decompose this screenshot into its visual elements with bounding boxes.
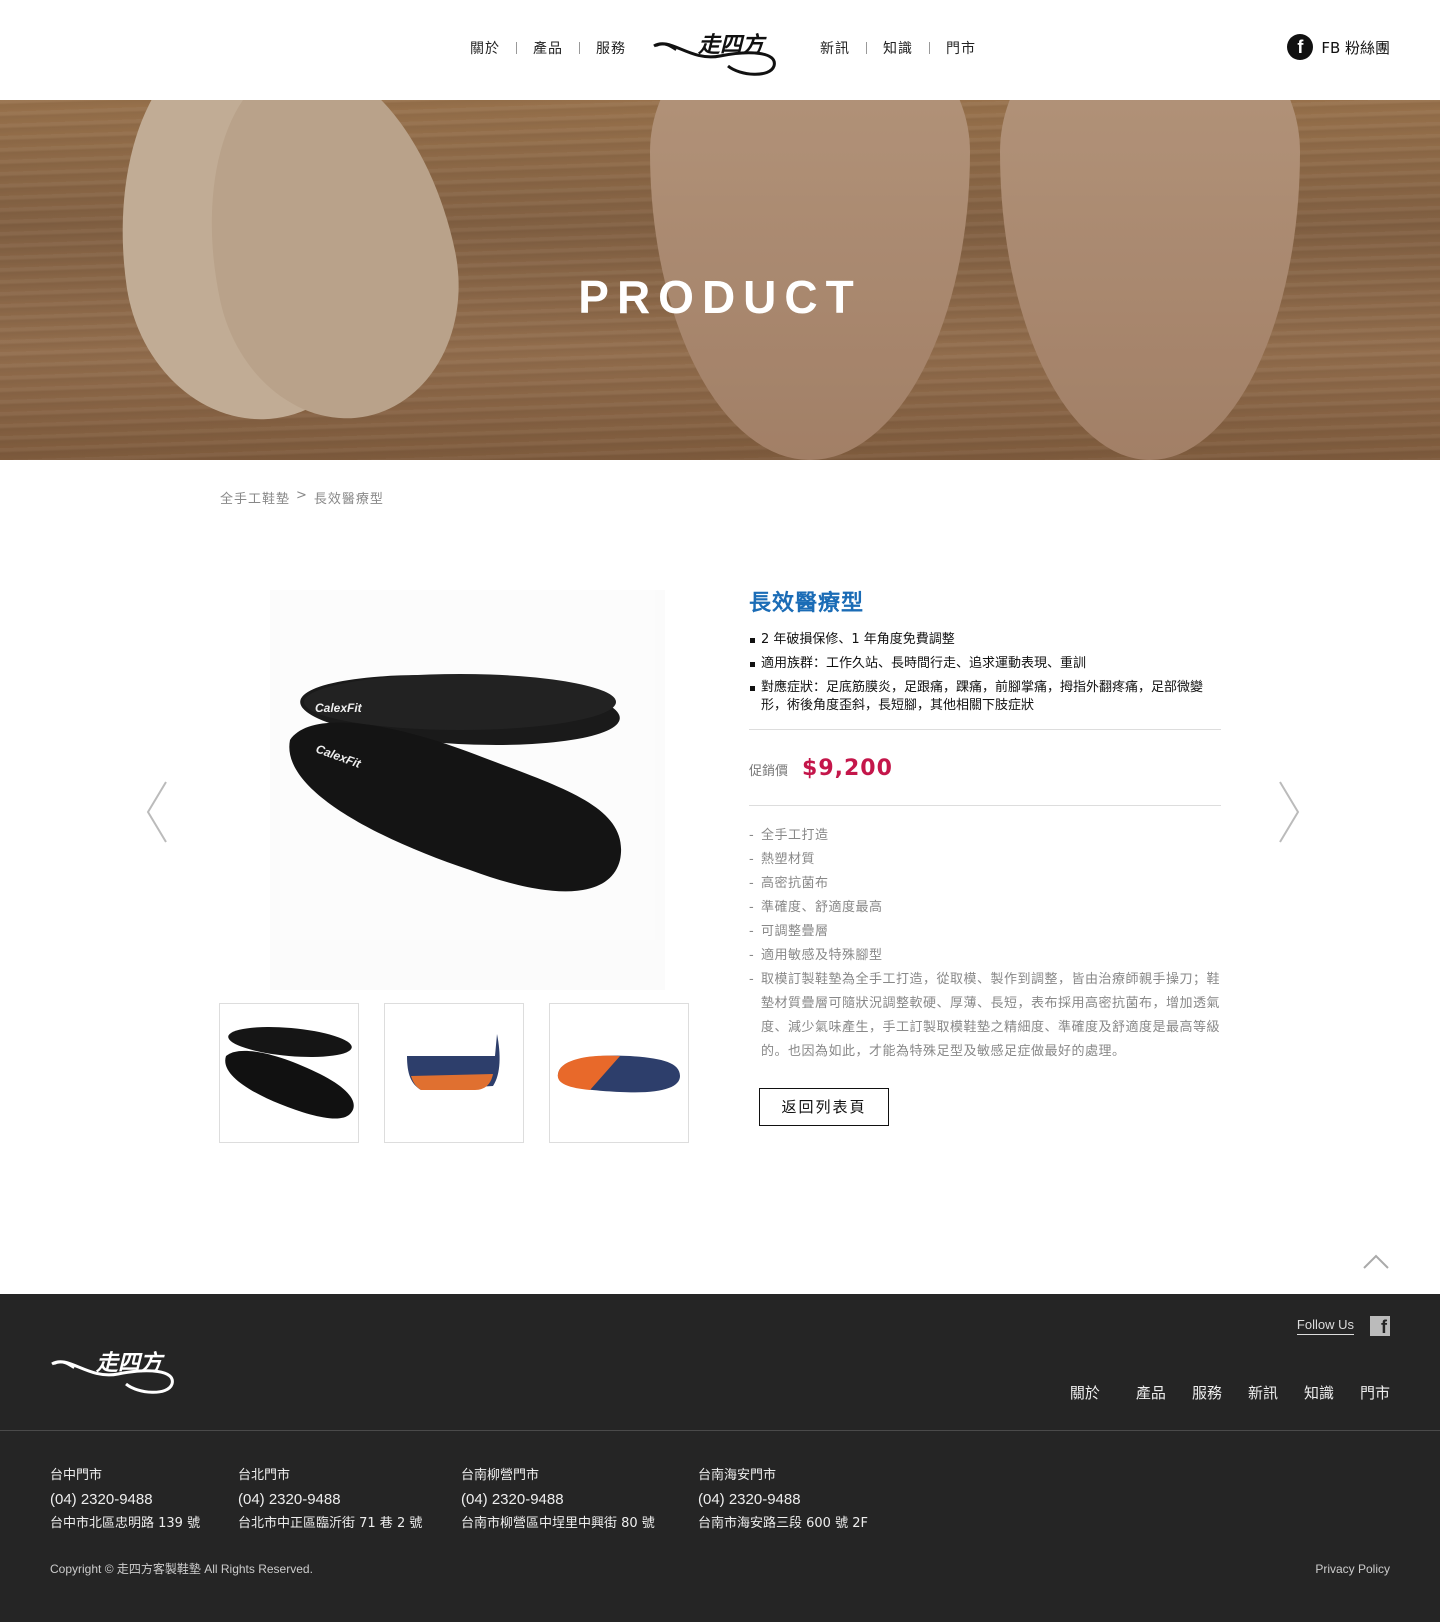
svg-text:CalexFit: CalexFit — [315, 701, 363, 715]
store-name: 台南柳營門市 — [461, 1468, 540, 1483]
svg-text:走四方: 走四方 — [95, 1350, 165, 1376]
spec-item: 全手工打造 — [749, 824, 1221, 848]
store-name: 台北門市 — [238, 1468, 291, 1483]
footer-nav-stores[interactable]: 門市 — [1360, 1382, 1390, 1403]
nav-divider — [929, 42, 930, 54]
store-name: 台中門市 — [50, 1468, 103, 1483]
insole-heel-thumbnail — [407, 1034, 500, 1090]
hero-banner: PRODUCT — [0, 100, 1440, 460]
main-nav-right: 新訊 知識 門市 — [820, 38, 976, 58]
product-detail: 長效醫療型 2 年破損保修、1 年角度免費調整 適用族群：工作久站、長時間行走、… — [749, 585, 1221, 1126]
fb-fanpage-link[interactable]: f FB 粉絲團 — [1287, 34, 1390, 60]
site-header: 關於 產品 服務 走四方 新訊 知識 門市 f FB 粉絲團 — [0, 0, 1440, 100]
footer-divider — [0, 1430, 1440, 1431]
site-logo[interactable]: 走四方 — [650, 16, 780, 80]
nav-news[interactable]: 新訊 — [820, 38, 850, 58]
follow-us-label[interactable]: Follow Us — [1296, 1317, 1354, 1335]
back-to-list-button[interactable]: 返回列表頁 — [759, 1088, 889, 1126]
footer-nav-news[interactable]: 新訊 — [1248, 1382, 1278, 1403]
facebook-icon: f — [1287, 34, 1314, 60]
main-nav-left: 關於 產品 服務 — [470, 38, 626, 58]
facebook-icon[interactable]: f — [1370, 1316, 1390, 1336]
nav-divider — [516, 42, 517, 54]
thumbnail-2[interactable] — [384, 1003, 524, 1143]
nav-divider — [579, 42, 580, 54]
feature-item: 2 年破損保修、1 年角度免費調整 — [749, 631, 1221, 649]
site-footer: 走四方 Follow Us f 關於 產品 服務 新訊 知識 門市 台中門市 (… — [0, 1294, 1440, 1622]
store-taipei: 台北門市 (04) 2320-9488 台北市中正區臨沂街 71 巷 2 號 — [238, 1464, 461, 1536]
breadcrumb-current: 長效醫療型 — [313, 492, 384, 507]
fb-fanpage-label: FB 粉絲團 — [1321, 38, 1390, 57]
next-image-arrow-icon[interactable] — [1274, 780, 1304, 844]
insole-black-thumbnail — [225, 1027, 354, 1119]
store-name: 台南海安門市 — [698, 1468, 777, 1483]
product-features: 2 年破損保修、1 年角度免費調整 適用族群：工作久站、長時間行走、追求運動表現… — [749, 631, 1221, 715]
footer-nav: 關於 產品 服務 新訊 知識 門市 — [1070, 1382, 1390, 1403]
footer-nav-knowledge[interactable]: 知識 — [1304, 1382, 1334, 1403]
spec-item: 適用敏感及特殊腳型 — [749, 944, 1221, 968]
store-address: 台南市柳營區中埕里中興街 80 號 — [461, 1516, 655, 1531]
store-phone: (04) 2320-9488 — [461, 1491, 564, 1508]
store-list: 台中門市 (04) 2320-9488 台中市北區忠明路 139 號 台北門市 … — [50, 1464, 918, 1536]
feature-item: 對應症狀：足底筋膜炎，足跟痛，踝痛，前腳掌痛，拇指外翻疼痛，足部微變形，術後角度… — [749, 679, 1221, 715]
breadcrumb-separator-icon: > — [296, 488, 308, 503]
store-phone: (04) 2320-9488 — [698, 1491, 801, 1508]
product-specs: 全手工打造 熱塑材質 高密抗菌布 準確度、舒適度最高 可調整疊層 適用敏感及特殊… — [749, 824, 1221, 1064]
hero-title: PRODUCT — [578, 271, 862, 323]
store-address: 台中市北區忠明路 139 號 — [50, 1516, 201, 1531]
store-phone: (04) 2320-9488 — [50, 1491, 153, 1508]
thumbnail-1[interactable] — [219, 1003, 359, 1143]
nav-products[interactable]: 產品 — [533, 38, 563, 58]
price-row: 促銷價 $9,200 — [749, 744, 1221, 791]
svg-text:走四方: 走四方 — [697, 32, 767, 58]
breadcrumb-parent[interactable]: 全手工鞋墊 — [220, 488, 290, 507]
footer-logo[interactable]: 走四方 — [48, 1334, 178, 1398]
scroll-to-top-icon[interactable] — [1362, 1252, 1390, 1270]
divider — [749, 805, 1221, 806]
product-title: 長效醫療型 — [749, 591, 865, 616]
footer-nav-services[interactable]: 服務 — [1192, 1382, 1222, 1403]
breadcrumb: 全手工鞋墊 > 長效醫療型 — [220, 488, 384, 507]
nav-services[interactable]: 服務 — [596, 38, 626, 58]
brand-logo-icon: 走四方 — [51, 1350, 174, 1394]
store-taichung: 台中門市 (04) 2320-9488 台中市北區忠明路 139 號 — [50, 1464, 238, 1536]
copyright: Copyright © 走四方客製鞋墊 All Rights Reserved. — [50, 1562, 313, 1576]
thumbnail-strip — [219, 1003, 689, 1143]
nav-knowledge[interactable]: 知識 — [883, 38, 913, 58]
insole-bottom-thumbnail — [557, 1055, 680, 1093]
store-address: 台南市海安路三段 600 號 2F — [698, 1516, 868, 1531]
spec-item: 取模訂製鞋墊為全手工打造，從取模、製作到調整，皆由治療師親手操刀；鞋墊材質疊層可… — [749, 968, 1221, 1064]
nav-divider — [866, 42, 867, 54]
prev-image-arrow-icon[interactable] — [142, 780, 172, 844]
spec-item: 可調整疊層 — [749, 920, 1221, 944]
spec-item: 熱塑材質 — [749, 848, 1221, 872]
spec-item: 準確度、舒適度最高 — [749, 896, 1221, 920]
price-label: 促銷價 — [749, 764, 789, 779]
footer-nav-about[interactable]: 關於 — [1070, 1382, 1100, 1403]
footer-nav-products[interactable]: 產品 — [1136, 1382, 1166, 1403]
product-main-image: CalexFit CalexFit — [270, 590, 665, 990]
spec-item: 高密抗菌布 — [749, 872, 1221, 896]
feature-item: 適用族群：工作久站、長時間行走、追求運動表現、重訓 — [749, 655, 1221, 673]
divider — [749, 729, 1221, 730]
price-value: $9,200 — [802, 756, 893, 781]
brand-logo-icon: 走四方 — [653, 32, 776, 76]
store-phone: (04) 2320-9488 — [238, 1491, 341, 1508]
store-address: 台北市中正區臨沂街 71 巷 2 號 — [238, 1516, 423, 1531]
store-tainan-haian: 台南海安門市 (04) 2320-9488 台南市海安路三段 600 號 2F — [698, 1464, 918, 1536]
thumbnail-3[interactable] — [549, 1003, 689, 1143]
nav-about[interactable]: 關於 — [470, 38, 500, 58]
follow-us: Follow Us f — [1296, 1316, 1390, 1336]
nav-stores[interactable]: 門市 — [946, 38, 976, 58]
privacy-policy-link[interactable]: Privacy Policy — [1315, 1562, 1390, 1576]
store-tainan-liuying: 台南柳營門市 (04) 2320-9488 台南市柳營區中埕里中興街 80 號 — [461, 1464, 698, 1536]
